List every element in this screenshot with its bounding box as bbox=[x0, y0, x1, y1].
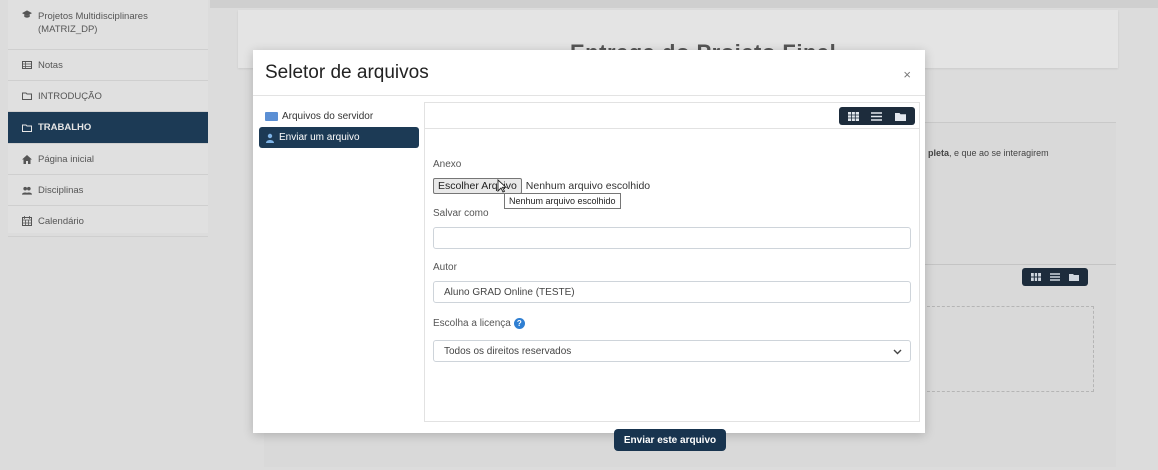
chevron-down-icon bbox=[893, 349, 902, 355]
file-tooltip: Nenhum arquivo escolhido bbox=[504, 193, 621, 209]
license-label-row: Escolha a licença? bbox=[433, 318, 911, 329]
list-view-icon bbox=[871, 111, 883, 121]
folder-icon bbox=[894, 112, 906, 121]
repo-upload-file[interactable]: Enviar um arquivo bbox=[259, 127, 419, 148]
upload-submit-button[interactable]: Enviar este arquivo bbox=[614, 429, 726, 451]
file-status-text: Nenhum arquivo escolhido bbox=[525, 180, 651, 192]
tree-view-button[interactable] bbox=[891, 109, 909, 123]
view-toggle bbox=[839, 107, 915, 125]
file-picker-nav: Arquivos do servidor Enviar um arquivo bbox=[259, 106, 419, 148]
license-label: Escolha a licença bbox=[433, 318, 511, 330]
repo-label: Enviar um arquivo bbox=[279, 132, 360, 143]
file-picker-content: Anexo Escolher Arquivo Nenhum arquivo es… bbox=[424, 102, 920, 451]
save-as-input[interactable] bbox=[433, 227, 911, 249]
grid-view-icon bbox=[848, 111, 860, 121]
list-view-button[interactable] bbox=[868, 109, 886, 123]
mouse-cursor-icon bbox=[497, 179, 507, 193]
dialog-title: Seletor de arquivos bbox=[265, 62, 429, 83]
save-as-label: Salvar como bbox=[433, 208, 489, 219]
close-icon[interactable]: × bbox=[903, 67, 911, 82]
license-select[interactable]: Todos os direitos reservados bbox=[433, 340, 911, 363]
repo-label: Arquivos do servidor bbox=[282, 111, 374, 122]
author-input[interactable]: Aluno GRAD Online (TESTE) bbox=[433, 281, 911, 303]
author-label: Autor bbox=[433, 262, 457, 273]
dialog-header: Seletor de arquivos × bbox=[253, 50, 925, 96]
server-files-icon bbox=[265, 112, 278, 121]
license-selected-value: Todos os direitos reservados bbox=[444, 345, 572, 357]
help-icon[interactable]: ? bbox=[513, 318, 525, 329]
repo-server-files[interactable]: Arquivos do servidor bbox=[259, 106, 419, 127]
choose-file-button[interactable]: Escolher Arquivo bbox=[433, 178, 522, 194]
file-picker-dialog: Seletor de arquivos × Arquivos do servid… bbox=[253, 50, 925, 451]
grid-view-button[interactable] bbox=[845, 109, 863, 123]
file-picker-toolbar bbox=[425, 103, 919, 129]
upload-user-icon bbox=[266, 133, 274, 143]
attachment-label: Anexo bbox=[433, 159, 462, 170]
